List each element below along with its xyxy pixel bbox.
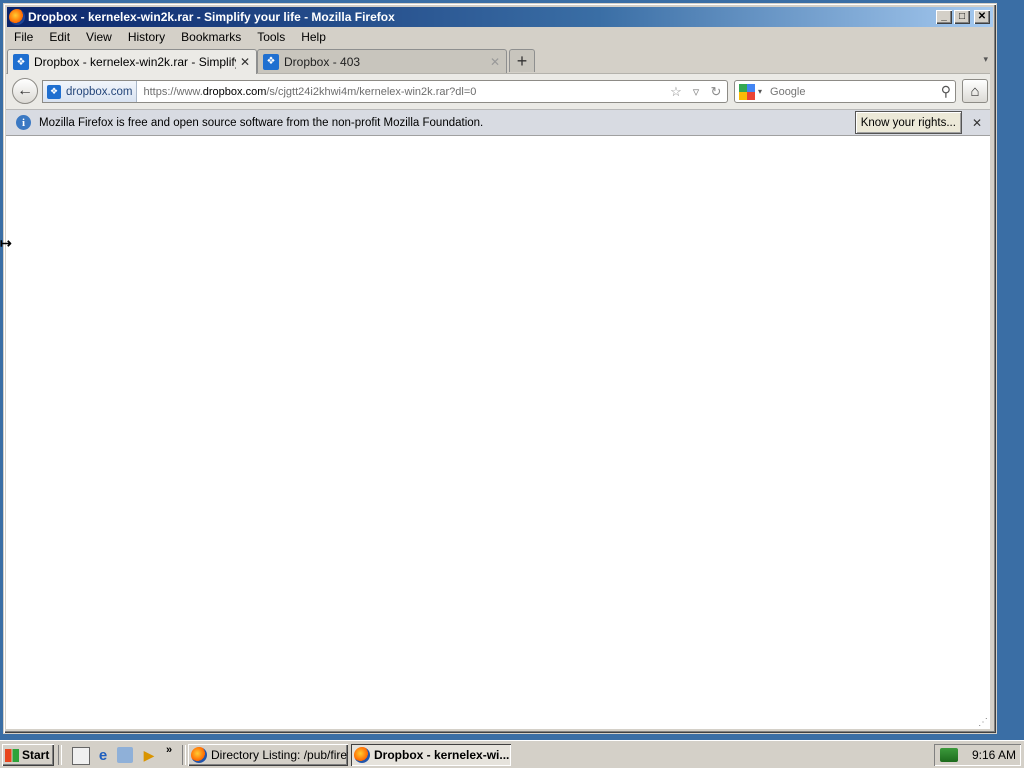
search-magnifier-icon[interactable]: ⚲ — [941, 83, 951, 100]
site-identity-button[interactable]: ❖ dropbox.com — [43, 81, 138, 102]
system-tray: 9:16 AM — [934, 744, 1021, 766]
notification-close-icon[interactable]: ✕ — [972, 116, 982, 130]
new-tab-button[interactable]: + — [509, 49, 535, 72]
media-player-icon[interactable]: ▶ — [141, 747, 157, 763]
search-input[interactable] — [768, 84, 941, 99]
url-path: /s/cjgtt24i2khwi4m/kernelex-win2k.rar?dl… — [266, 85, 477, 98]
url-prefix: https://www. — [143, 85, 203, 98]
mouse-cursor-icon: ↦ — [0, 235, 12, 251]
window-title: Dropbox - kernelex-win2k.rar - Simplify … — [28, 10, 395, 24]
start-button[interactable]: Start — [2, 744, 54, 766]
know-your-rights-button[interactable]: Know your rights... — [854, 111, 962, 134]
tab-list-icon[interactable]: ▾ — [983, 54, 988, 65]
url-text[interactable]: https://www.dropbox.com/s/cjgtt24i2khwi4… — [137, 86, 667, 98]
internet-explorer-icon[interactable]: e — [95, 747, 111, 764]
menu-help[interactable]: Help — [293, 30, 334, 44]
google-engine-icon[interactable] — [739, 83, 755, 100]
menu-history[interactable]: History — [120, 30, 173, 44]
close-button[interactable]: ✕ — [974, 10, 990, 24]
identity-label: dropbox.com — [66, 85, 133, 98]
windows-flag-icon — [5, 748, 19, 762]
menu-edit[interactable]: Edit — [41, 30, 78, 44]
info-icon: i — [16, 115, 31, 130]
url-domain: dropbox.com — [202, 85, 267, 98]
menu-view[interactable]: View — [78, 30, 120, 44]
tab-label: Dropbox - kernelex-win2k.rar - Simplify … — [34, 55, 236, 69]
taskbar-separator — [58, 745, 62, 765]
dropbox-favicon-icon: ❖ — [13, 54, 29, 70]
reload-icon[interactable]: ↻ — [707, 84, 725, 100]
clock[interactable]: 9:16 AM — [972, 748, 1016, 762]
tab-dropbox-403[interactable]: ❖ Dropbox - 403 ✕ — [257, 49, 507, 73]
resize-grip-icon[interactable]: ⋰ — [978, 717, 988, 728]
title-bar[interactable]: Dropbox - kernelex-win2k.rar - Simplify … — [7, 7, 993, 27]
navigation-toolbar: ← ❖ dropbox.com https://www.dropbox.com/… — [6, 73, 990, 109]
bookmark-star-icon[interactable]: ☆ — [667, 84, 685, 100]
minimize-button[interactable]: _ — [936, 10, 952, 24]
task-label: Dropbox - kernelex-wi... — [374, 748, 510, 762]
outlook-express-icon[interactable] — [117, 747, 133, 763]
taskbar-separator — [182, 745, 186, 765]
page-content: ⋰ — [6, 136, 990, 729]
task-dropbox-kernelex[interactable]: Dropbox - kernelex-wi... — [351, 744, 511, 766]
notification-text: Mozilla Firefox is free and open source … — [39, 116, 484, 129]
search-bar[interactable]: ▾ ⚲ — [734, 80, 956, 103]
tab-close-icon[interactable]: ✕ — [240, 55, 250, 69]
firefox-icon — [354, 747, 370, 763]
show-desktop-icon[interactable] — [72, 747, 90, 765]
start-label: Start — [22, 748, 50, 762]
back-button[interactable]: ← — [12, 78, 38, 104]
task-label: Directory Listing: /pub/firef... — [211, 748, 348, 762]
tab-strip: ❖ Dropbox - kernelex-win2k.rar - Simplif… — [6, 48, 990, 74]
network-icon[interactable] — [940, 748, 958, 762]
taskbar: Start e ▶ » Directory Listing: /pub/fire… — [0, 740, 1024, 768]
dropbox-favicon-icon: ❖ — [263, 53, 279, 70]
dropbox-favicon-icon: ❖ — [47, 84, 61, 99]
url-history-dropdown-icon[interactable]: ▿ — [687, 84, 705, 100]
menu-file[interactable]: File — [6, 30, 41, 44]
url-bar[interactable]: ❖ dropbox.com https://www.dropbox.com/s/… — [42, 80, 728, 103]
engine-dropdown-icon[interactable]: ▾ — [758, 87, 762, 96]
menu-tools[interactable]: Tools — [249, 30, 293, 44]
maximize-button[interactable]: □ — [954, 10, 970, 24]
notification-bar: i Mozilla Firefox is free and open sourc… — [6, 109, 990, 136]
firefox-logo-icon — [9, 9, 25, 25]
tab-dropbox-kernelex[interactable]: ❖ Dropbox - kernelex-win2k.rar - Simplif… — [7, 49, 257, 74]
home-button[interactable]: ⌂ — [962, 79, 988, 103]
tab-label: Dropbox - 403 — [284, 54, 361, 69]
task-directory-listing[interactable]: Directory Listing: /pub/firef... — [188, 744, 348, 766]
quick-launch-chevron-icon[interactable]: » — [166, 744, 172, 756]
menu-bookmarks[interactable]: Bookmarks — [173, 30, 249, 44]
firefox-icon — [191, 747, 207, 763]
menu-bar: File Edit View History Bookmarks Tools H… — [6, 27, 334, 47]
tab-close-icon[interactable]: ✕ — [490, 55, 500, 69]
